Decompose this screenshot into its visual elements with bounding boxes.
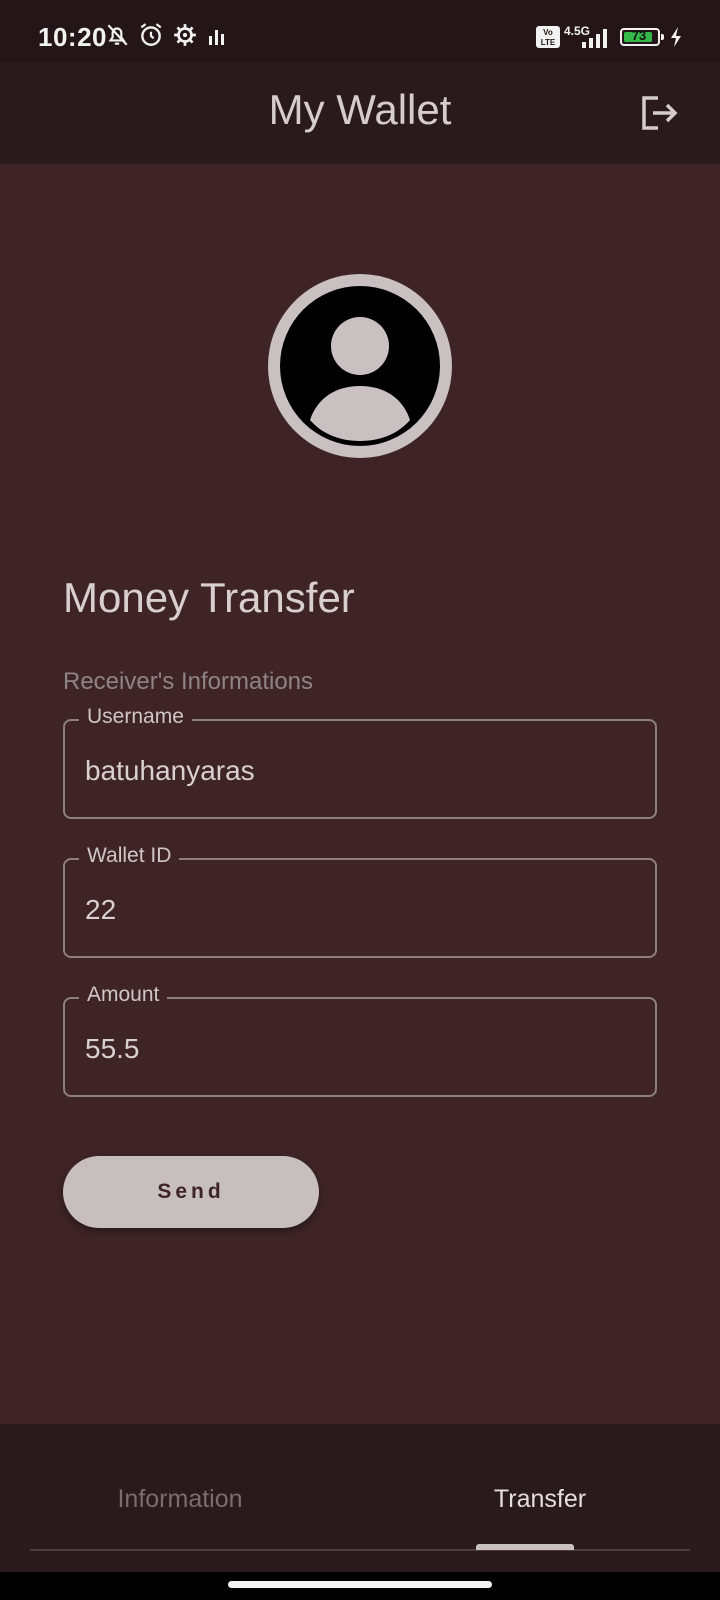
form-subtitle: Receiver's Informations [63, 668, 314, 695]
logout-button[interactable] [636, 90, 682, 136]
logout-icon [642, 96, 678, 130]
charging-icon [671, 27, 681, 47]
alarm-icon [140, 23, 162, 46]
bars-icon [209, 30, 224, 45]
amount-field[interactable]: Amount [63, 983, 657, 1097]
svg-text:Vo: Vo [543, 28, 553, 37]
status-bar: 10:20 Vo LTE 4.5G 73 [0, 0, 720, 62]
volte-icon: Vo LTE [536, 26, 560, 48]
wallet-id-label: Wallet ID [79, 844, 180, 868]
battery-percent: 73 [631, 28, 647, 43]
active-tab-indicator [476, 1544, 574, 1550]
home-gesture-handle[interactable] [228, 1581, 492, 1588]
username-input[interactable] [85, 751, 625, 791]
nav-divider [30, 1549, 690, 1551]
app-bar: My Wallet [0, 62, 720, 164]
amount-label: Amount [79, 983, 168, 1007]
bottom-nav: Information Transfer [0, 1424, 720, 1572]
signal-icon [582, 29, 607, 48]
send-button[interactable]: Send [63, 1156, 319, 1228]
page-title: My Wallet [268, 86, 452, 133]
tab-transfer[interactable]: Transfer [360, 1424, 720, 1548]
svg-text:LTE: LTE [541, 38, 556, 47]
username-label: Username [79, 705, 192, 729]
wallet-id-input[interactable] [85, 890, 625, 930]
amount-input[interactable] [85, 1029, 625, 1069]
form-title: Money Transfer [63, 574, 355, 621]
battery-icon: 73 [620, 28, 664, 46]
tab-information[interactable]: Information [0, 1424, 360, 1548]
status-time: 10:20 [38, 22, 107, 52]
gear-icon [174, 24, 196, 46]
gesture-area [0, 1572, 720, 1600]
bell-off-icon [107, 24, 128, 46]
person-icon [310, 317, 410, 441]
avatar [268, 274, 452, 458]
username-field[interactable]: Username [63, 705, 657, 819]
wallet-id-field[interactable]: Wallet ID [63, 844, 657, 958]
